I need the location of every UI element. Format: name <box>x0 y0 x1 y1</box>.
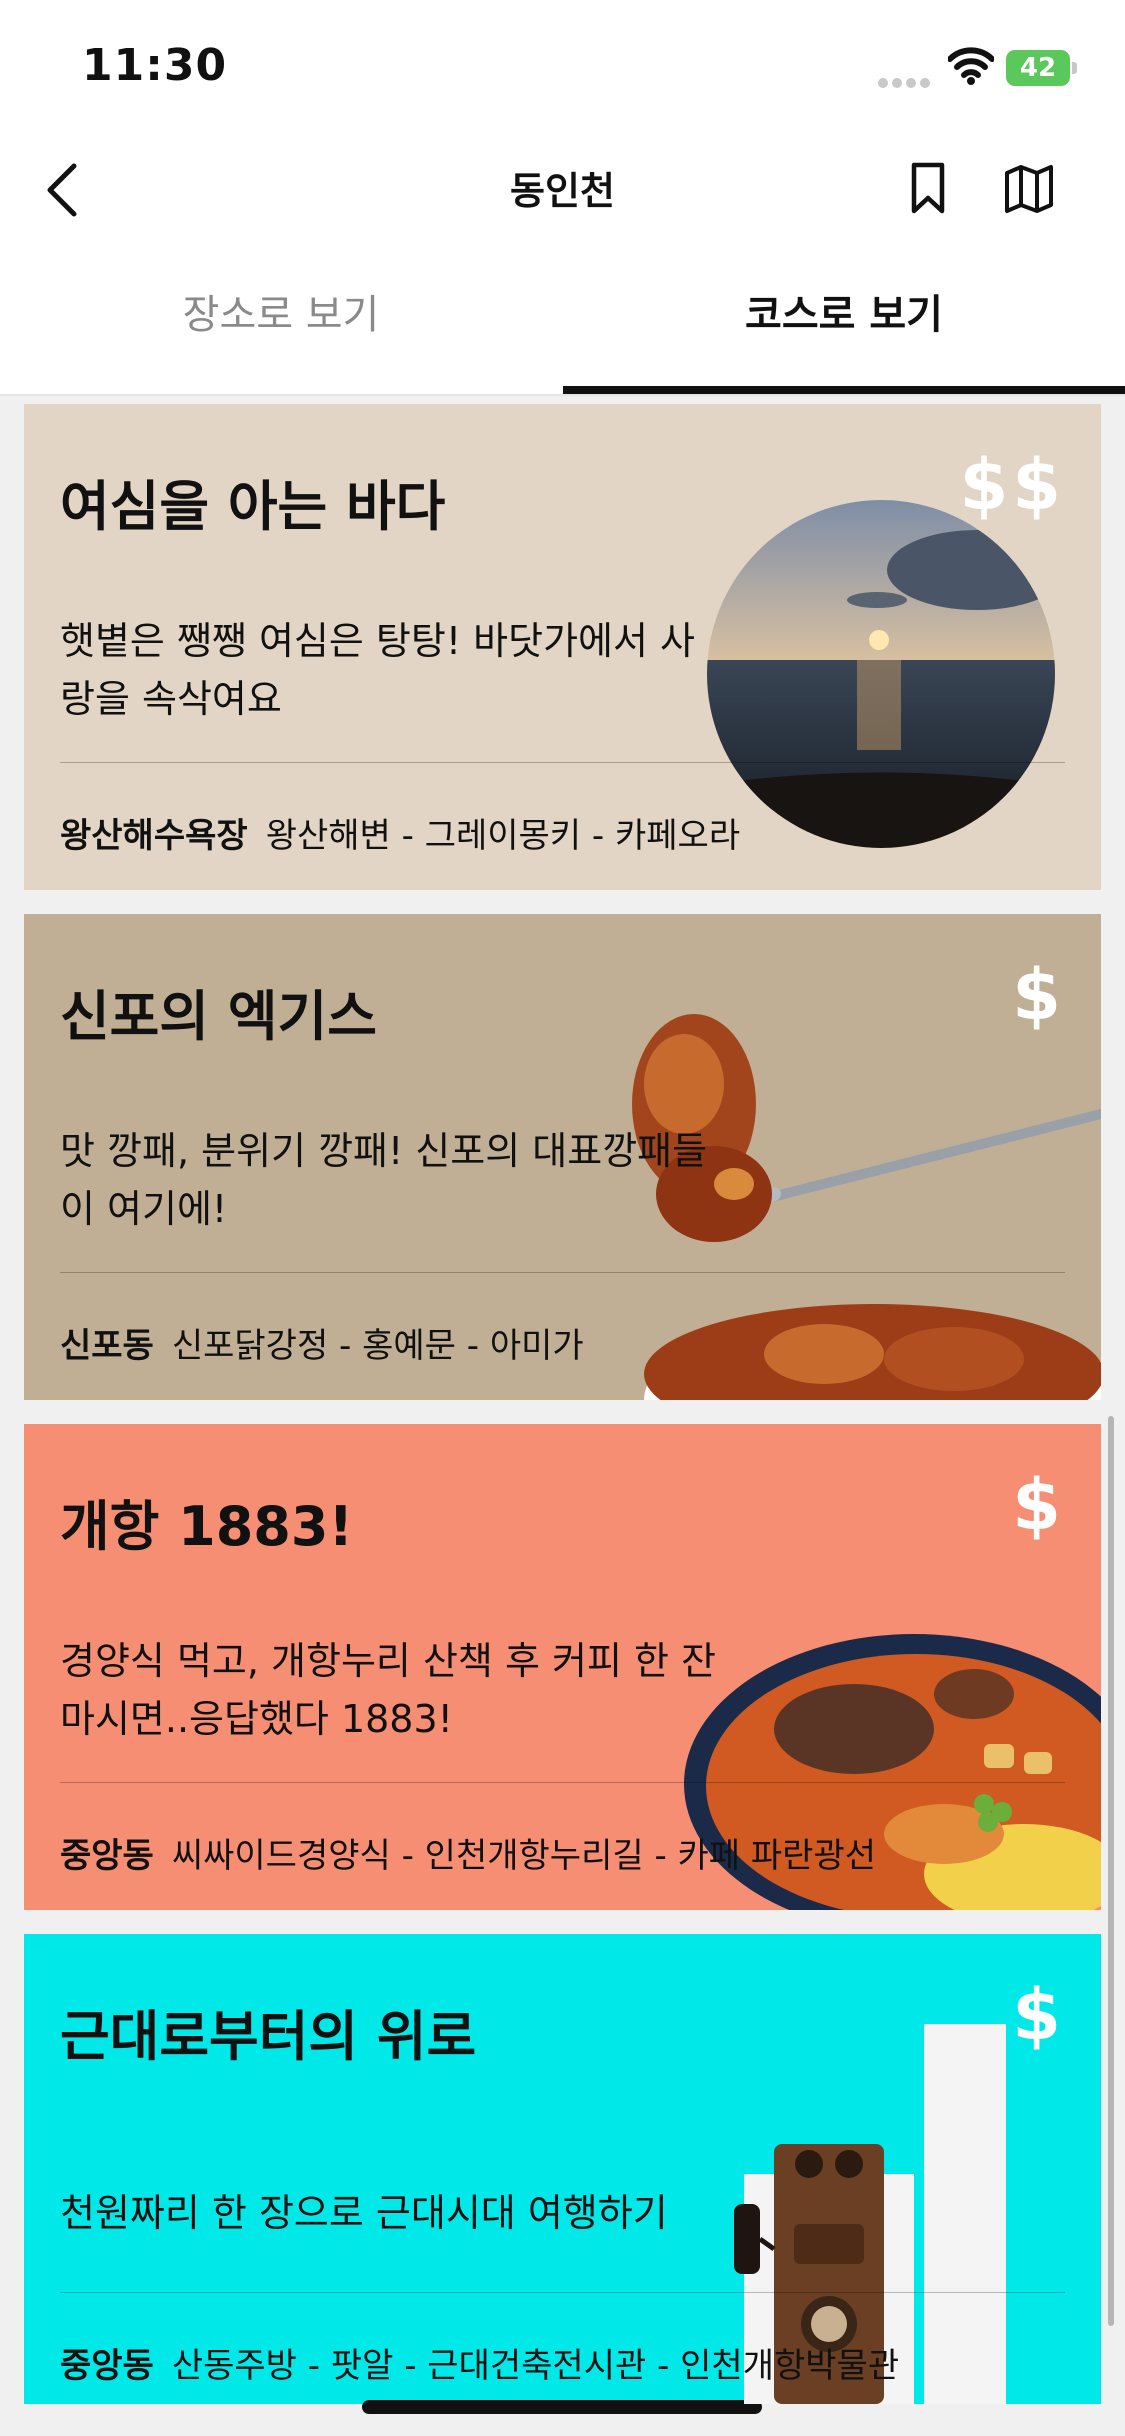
course-area: 신포동 <box>60 1326 154 1366</box>
navigation-bar: 동인천 <box>0 130 1125 250</box>
battery-cap <box>1072 62 1077 74</box>
course-stops: 왕산해변 - 그레이몽키 - 카페오라 <box>265 816 741 856</box>
view-tabs: 장소로 보기 코스로 보기 <box>0 270 1125 396</box>
course-title: 신포의 엑기스 <box>60 985 377 1048</box>
wifi-icon <box>947 46 995 86</box>
divider <box>60 1272 1065 1273</box>
tab-active-indicator <box>563 386 1125 394</box>
course-card[interactable]: $$ 여심을 아는 바다 햇볕은 쨍쨍 여심은 탕탕! 바닷가에서 사랑을 속삭… <box>24 404 1101 890</box>
status-bar: 11:30 42 <box>0 0 1125 130</box>
course-description: 경양식 먹고, 개항누리 산책 후 커피 한 잔 마시면..응답했다 1883! <box>60 1639 716 1741</box>
course-stops: 신포닭강정 - 홍예문 - 아미가 <box>171 1326 584 1366</box>
course-title: 근대로부터의 위로 <box>60 2005 477 2068</box>
course-card[interactable]: $ 신포의 엑기스 맛 깡패, 분위기 깡패! 신포의 대표깡패들이 여기에! … <box>24 914 1101 1400</box>
course-card[interactable]: $ 개항 1883! 경양식 먹고, 개항누리 산책 후 커피 한 잔 마시면.… <box>24 1424 1101 1910</box>
bookmark-icon <box>911 162 945 214</box>
course-stops: 산동주방 - 팟알 - 근대건축전시관 - 인천개항박물관 <box>171 2346 900 2386</box>
course-stops: 씨싸이드경양식 - 인천개항누리길 - 카페 파란광선 <box>171 1836 877 1876</box>
cellular-signal-icon <box>878 73 934 88</box>
course-description: 햇볕은 쨍쨍 여심은 탕탕! 바닷가에서 사랑을 속삭여요 <box>60 619 695 721</box>
ocean-sunset-image <box>707 500 1055 852</box>
status-time: 11:30 <box>82 40 228 91</box>
price-level: $ <box>1012 1974 1065 2056</box>
course-title: 여심을 아는 바다 <box>60 475 446 538</box>
scrollbar[interactable] <box>1108 1416 1114 2326</box>
page-title: 동인천 <box>510 169 615 213</box>
course-card[interactable]: $ 근대로부터의 위로 천원짜리 한 장으로 근대시대 여행하기 중앙동 산동주방… <box>24 1934 1101 2404</box>
tab-courses[interactable]: 코스로 보기 <box>563 270 1125 394</box>
price-level: $ <box>1012 954 1065 1036</box>
divider <box>60 1782 1065 1783</box>
course-title: 개항 1883! <box>60 1495 354 1558</box>
divider <box>60 2292 1065 2293</box>
bookmark-button[interactable] <box>905 160 951 216</box>
course-route: 왕산해수욕장 왕산해변 - 그레이몽키 - 카페오라 <box>60 808 740 857</box>
course-area: 중앙동 <box>60 1836 154 1876</box>
home-indicator <box>362 2400 762 2414</box>
map-icon <box>1005 165 1053 213</box>
course-route: 신포동 신포닭강정 - 홍예문 - 아미가 <box>60 1318 584 1367</box>
course-route: 중앙동 산동주방 - 팟알 - 근대건축전시관 - 인천개항박물관 <box>60 2338 899 2387</box>
course-route: 중앙동 씨싸이드경양식 - 인천개항누리길 - 카페 파란광선 <box>60 1828 876 1877</box>
tab-places[interactable]: 장소로 보기 <box>0 270 562 394</box>
course-list: $$ 여심을 아는 바다 햇볕은 쨍쨍 여심은 탕탕! 바닷가에서 사랑을 속삭… <box>0 396 1125 2436</box>
course-description: 맛 깡패, 분위기 깡패! 신포의 대표깡패들이 여기에! <box>60 1129 708 1231</box>
course-description: 천원짜리 한 장으로 근대시대 여행하기 <box>60 2191 668 2235</box>
course-area: 왕산해수욕장 <box>60 816 248 856</box>
price-level: $ <box>1012 1464 1065 1546</box>
divider <box>60 762 1065 763</box>
price-level: $$ <box>959 444 1065 526</box>
course-area: 중앙동 <box>60 2346 154 2386</box>
map-button[interactable] <box>1003 162 1055 214</box>
battery-icon: 42 <box>1006 50 1070 86</box>
